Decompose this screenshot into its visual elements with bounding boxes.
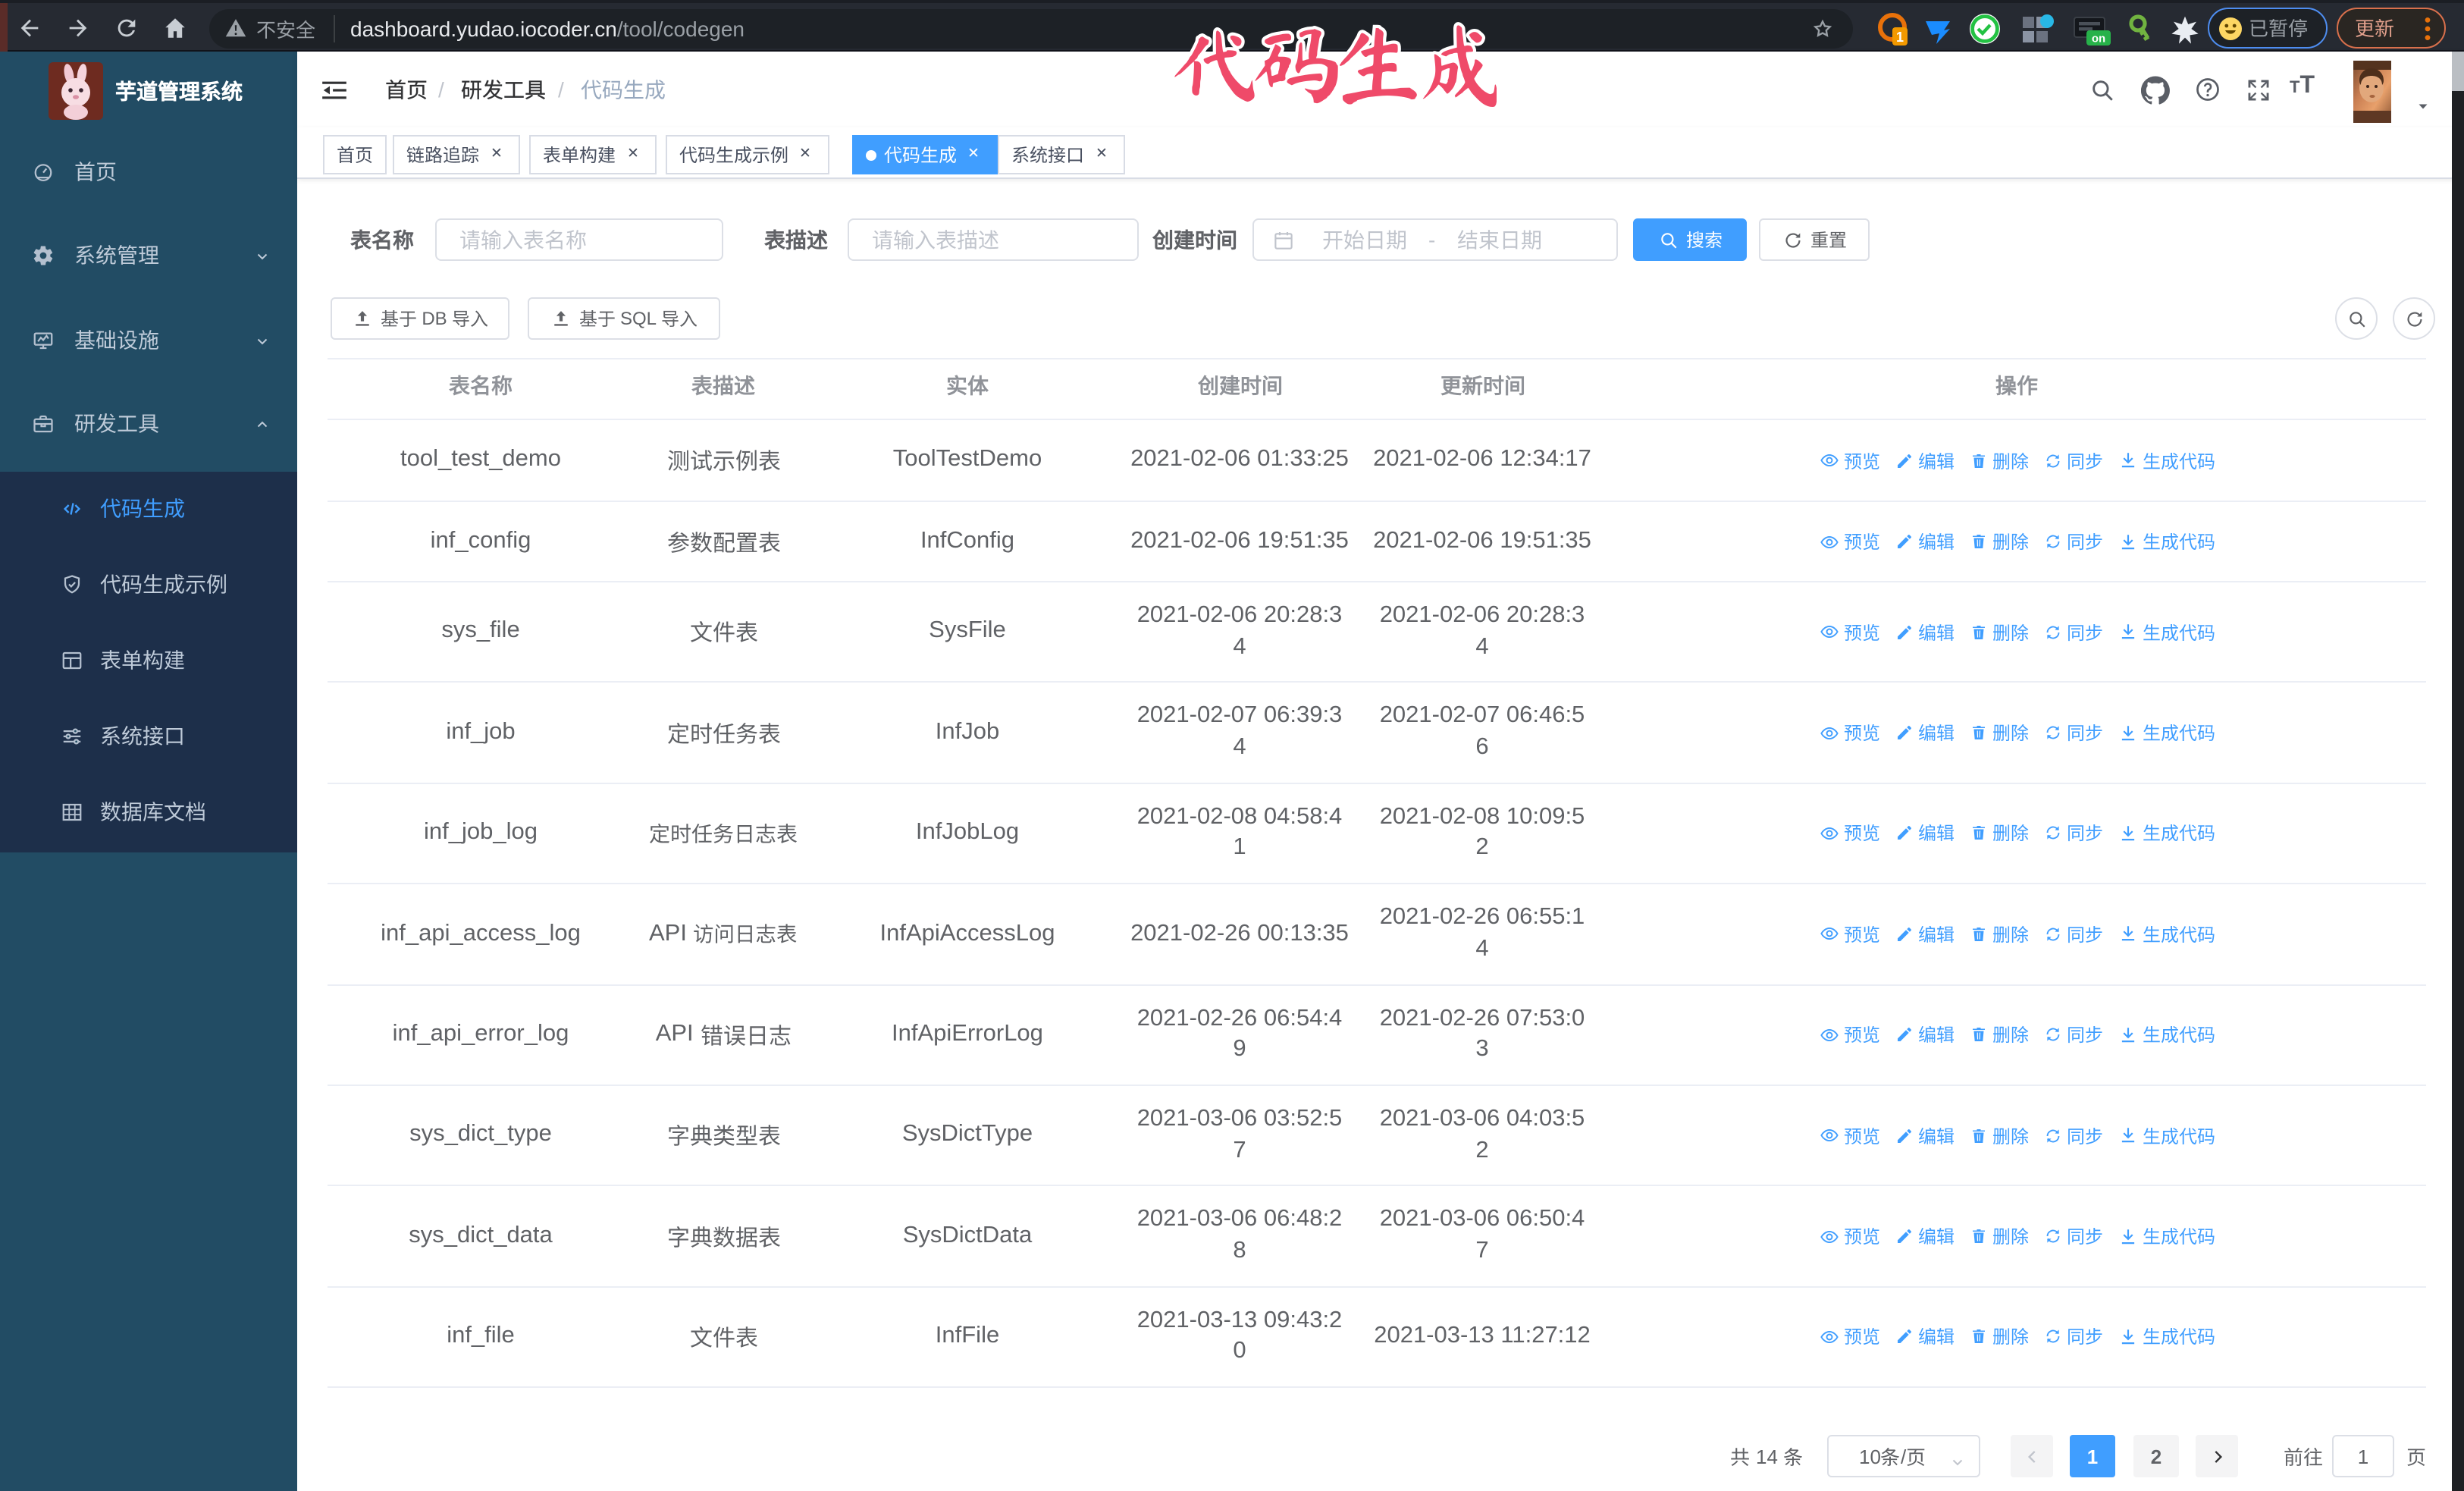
svg-text:1: 1 (1896, 30, 1904, 45)
svg-text:on: on (2092, 33, 2105, 46)
